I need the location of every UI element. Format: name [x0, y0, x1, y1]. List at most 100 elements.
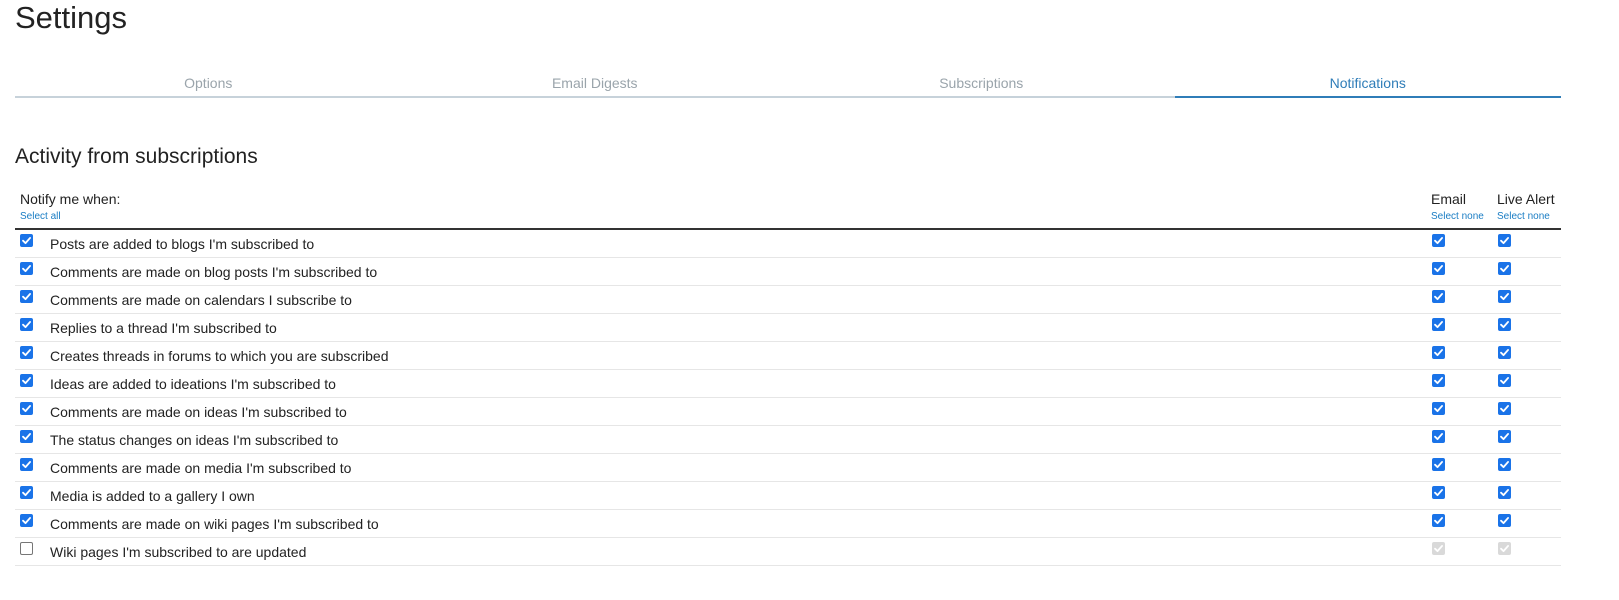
row-enable-checkbox[interactable] — [20, 290, 33, 303]
checkmark-icon — [1434, 461, 1443, 469]
row-enable-checkbox[interactable] — [20, 542, 33, 555]
checkmark-icon — [22, 237, 31, 245]
checkmark-icon — [1434, 433, 1443, 441]
row-label: Wiki pages I'm subscribed to are updated — [50, 544, 307, 560]
email-checkbox[interactable] — [1432, 290, 1445, 303]
table-row: Posts are added to blogs I'm subscribed … — [15, 230, 1561, 258]
section-title: Activity from subscriptions — [15, 145, 258, 168]
row-enable-checkbox[interactable] — [20, 402, 33, 415]
checkmark-icon — [1434, 321, 1443, 329]
checkmark-icon — [1500, 545, 1509, 553]
email-checkbox[interactable] — [1432, 346, 1445, 359]
live-alert-checkbox[interactable] — [1498, 514, 1511, 527]
row-enable-checkbox[interactable] — [20, 430, 33, 443]
email-checkbox[interactable] — [1432, 458, 1445, 471]
row-enable-checkbox[interactable] — [20, 458, 33, 471]
row-enable-checkbox[interactable] — [20, 374, 33, 387]
row-label: Comments are made on wiki pages I'm subs… — [50, 516, 379, 532]
row-enable-checkbox[interactable] — [20, 234, 33, 247]
email-checkbox[interactable] — [1432, 514, 1445, 527]
live-alert-checkbox[interactable] — [1498, 318, 1511, 331]
checkmark-icon — [1434, 237, 1443, 245]
page-title: Settings — [15, 0, 128, 35]
row-label: Replies to a thread I'm subscribed to — [50, 320, 277, 336]
live-alert-checkbox[interactable] — [1498, 430, 1511, 443]
live-alert-checkbox[interactable] — [1498, 262, 1511, 275]
row-enable-checkbox[interactable] — [20, 318, 33, 331]
row-label: Comments are made on blog posts I'm subs… — [50, 264, 378, 280]
checkmark-icon — [1500, 293, 1509, 301]
checkmark-icon — [1434, 517, 1443, 525]
live-alert-checkbox[interactable] — [1498, 290, 1511, 303]
select-all-link[interactable]: Select all — [20, 211, 61, 222]
row-label: The status changes on ideas I'm subscrib… — [50, 432, 339, 448]
email-checkbox[interactable] — [1432, 374, 1445, 387]
tab-subscriptions[interactable]: Subscriptions — [788, 70, 1175, 96]
row-enable-checkbox[interactable] — [20, 486, 33, 499]
checkmark-icon — [1500, 461, 1509, 469]
live-alert-checkbox[interactable] — [1498, 458, 1511, 471]
row-label: Ideas are added to ideations I'm subscri… — [50, 376, 336, 392]
row-label: Comments are made on media I'm subscribe… — [50, 460, 352, 476]
checkmark-icon — [1500, 489, 1509, 497]
email-checkbox[interactable] — [1432, 402, 1445, 415]
row-enable-checkbox[interactable] — [20, 514, 33, 527]
row-label: Media is added to a gallery I own — [50, 488, 255, 504]
email-column-label: Email — [1431, 191, 1467, 207]
live-alert-checkbox[interactable] — [1498, 234, 1511, 247]
checkmark-icon — [22, 405, 31, 413]
row-label: Creates threads in forums to which you a… — [50, 348, 389, 364]
tab-bar: Options Email Digests Subscriptions Noti… — [15, 70, 1561, 98]
checkmark-icon — [1434, 265, 1443, 273]
settings-page: Settings Options Email Digests Subscript… — [0, 0, 1619, 600]
email-select-none-link[interactable]: Select none — [1431, 211, 1484, 222]
checkmark-icon — [22, 349, 31, 357]
checkmark-icon — [1434, 405, 1443, 413]
row-label: Comments are made on calendars I subscri… — [50, 292, 352, 308]
checkmark-icon — [22, 489, 31, 497]
live-alert-select-none-link[interactable]: Select none — [1497, 211, 1550, 222]
table-row: The status changes on ideas I'm subscrib… — [15, 426, 1561, 454]
checkmark-icon — [1500, 433, 1509, 441]
checkmark-icon — [1434, 489, 1443, 497]
checkmark-icon — [22, 517, 31, 525]
checkmark-icon — [22, 433, 31, 441]
checkmark-icon — [22, 265, 31, 273]
live-alert-checkbox[interactable] — [1498, 486, 1511, 499]
live-alert-checkbox[interactable] — [1498, 402, 1511, 415]
tab-notifications[interactable]: Notifications — [1174, 70, 1562, 98]
table-row: Replies to a thread I'm subscribed to — [15, 314, 1561, 342]
table-row: Comments are made on media I'm subscribe… — [15, 454, 1561, 482]
table-row: Ideas are added to ideations I'm subscri… — [15, 370, 1561, 398]
checkmark-icon — [22, 321, 31, 329]
checkmark-icon — [1434, 545, 1443, 553]
notifications-table: Notify me when: Select all Email Select … — [15, 188, 1561, 566]
checkmark-icon — [22, 377, 31, 385]
tab-email-digests[interactable]: Email Digests — [402, 70, 789, 96]
live-alert-checkbox[interactable] — [1498, 374, 1511, 387]
live-alert-checkbox[interactable] — [1498, 346, 1511, 359]
email-checkbox[interactable] — [1432, 430, 1445, 443]
live-alert-column-label: Live Alert — [1497, 191, 1555, 207]
row-label: Comments are made on ideas I'm subscribe… — [50, 404, 347, 420]
table-row: Media is added to a gallery I own — [15, 482, 1561, 510]
table-row: Wiki pages I'm subscribed to are updated — [15, 538, 1561, 566]
checkmark-icon — [1500, 265, 1509, 273]
email-checkbox[interactable] — [1432, 486, 1445, 499]
checkmark-icon — [1500, 517, 1509, 525]
row-enable-checkbox[interactable] — [20, 346, 33, 359]
checkmark-icon — [1500, 321, 1509, 329]
table-body: Posts are added to blogs I'm subscribed … — [15, 230, 1561, 566]
table-row: Creates threads in forums to which you a… — [15, 342, 1561, 370]
live-alert-checkbox — [1498, 542, 1511, 555]
email-checkbox[interactable] — [1432, 234, 1445, 247]
email-checkbox — [1432, 542, 1445, 555]
email-checkbox[interactable] — [1432, 262, 1445, 275]
checkmark-icon — [1434, 293, 1443, 301]
tab-options[interactable]: Options — [15, 70, 402, 96]
email-checkbox[interactable] — [1432, 318, 1445, 331]
checkmark-icon — [1434, 377, 1443, 385]
row-enable-checkbox[interactable] — [20, 262, 33, 275]
table-row: Comments are made on calendars I subscri… — [15, 286, 1561, 314]
table-row: Comments are made on blog posts I'm subs… — [15, 258, 1561, 286]
